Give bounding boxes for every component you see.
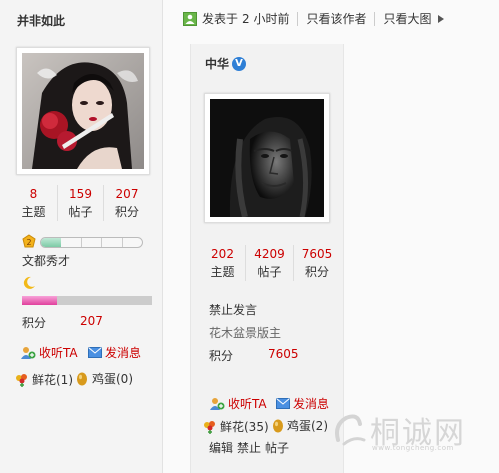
right-username[interactable]: 中华 (205, 55, 229, 72)
stat-value: 4209 (254, 247, 285, 261)
left-points-label: 积分 (22, 316, 47, 330)
stat-value: 159 (69, 187, 92, 201)
left-egg-label: 鸡蛋(0) (92, 372, 133, 386)
level-segment (123, 238, 142, 247)
left-avatar-image (22, 53, 144, 169)
posted-time: 2 小时前 (242, 12, 290, 26)
stat-label: 帖子 (257, 265, 282, 279)
right-user-header: 中华 V (205, 55, 247, 72)
site-watermark: 桐诚网 www.tongcheng.com (330, 408, 466, 452)
level-badge-icon: 2 (22, 234, 36, 248)
right-follow-button[interactable]: 收听TA (209, 395, 267, 412)
left-user-stats: 8 主题 159 帖子 207 积分 (10, 185, 150, 221)
admin-ban-link[interactable]: 禁止 (237, 439, 261, 456)
user-status: 禁止发言 (209, 303, 258, 317)
level-progress-bar (40, 237, 143, 248)
magic-progress-fill (22, 296, 58, 305)
right-flower-label: 鲜花(35) (220, 420, 269, 434)
admin-edit-link[interactable]: 编辑 (209, 439, 233, 456)
stat-value: 7605 (301, 247, 333, 261)
level-title: 文都秀才 (22, 254, 71, 268)
right-avatar-image (210, 99, 324, 217)
stat-value: 202 (211, 247, 234, 261)
stat-topics[interactable]: 8 主题 (10, 185, 58, 221)
stat-label: 主题 (210, 265, 235, 279)
level-progress-fill (41, 238, 62, 247)
admin-posts-link[interactable]: 帖子 (265, 439, 289, 456)
stat-points[interactable]: 7605 积分 (294, 245, 340, 281)
left-points-value: 207 (80, 314, 103, 328)
follow-icon (21, 346, 36, 359)
post-header: 发表于 2 小时前 只看该作者 只看大图 (183, 10, 445, 27)
left-follow-button[interactable]: 收听TA (20, 344, 78, 361)
stat-label: 帖子 (68, 205, 93, 219)
stat-posts[interactable]: 159 帖子 (58, 185, 104, 221)
divider (297, 11, 299, 26)
stat-label: 积分 (304, 265, 329, 279)
stat-topics[interactable]: 202 主题 (200, 245, 246, 281)
triangle-right-icon[interactable] (437, 14, 445, 24)
watermark-logo-icon (335, 414, 366, 446)
stat-value: 8 (29, 187, 38, 201)
posted-prefix: 发表于 (202, 12, 239, 26)
right-avatar[interactable] (204, 93, 330, 223)
follow-icon (210, 397, 225, 410)
author-only-link[interactable]: 只看该作者 (306, 10, 366, 27)
large-image-link[interactable]: 只看大图 (383, 10, 431, 27)
left-avatar[interactable] (16, 47, 150, 175)
left-username[interactable]: 并非如此 (17, 12, 65, 29)
flower-icon (204, 420, 215, 434)
right-user-stats: 202 主题 4209 帖子 7605 积分 (200, 245, 340, 281)
left-message-label: 发消息 (105, 346, 142, 360)
egg-icon (273, 419, 283, 433)
svg-text:2: 2 (26, 238, 31, 247)
watermark-url: www.tongcheng.com (372, 444, 454, 452)
right-message-label: 发消息 (293, 397, 330, 411)
right-egg-gift[interactable]: 鸡蛋(2) (272, 417, 328, 434)
egg-icon (77, 372, 87, 386)
left-flower-gift[interactable]: 鲜花(1) (14, 371, 73, 388)
left-egg-gift[interactable]: 鸡蛋(0) (76, 370, 133, 387)
level-segment (61, 238, 82, 247)
stat-label: 积分 (114, 205, 139, 219)
verified-badge-icon: V (232, 56, 247, 71)
magic-progress-bar (22, 296, 152, 305)
right-points-value: 7605 (268, 347, 299, 361)
divider (374, 11, 376, 26)
left-message-button[interactable]: 发消息 (88, 344, 141, 361)
right-flower-gift[interactable]: 鲜花(35) (202, 418, 269, 435)
level-segment (82, 238, 103, 247)
online-user-icon (183, 11, 197, 26)
right-points-label: 积分 (209, 349, 234, 363)
stat-points[interactable]: 207 积分 (104, 185, 150, 221)
right-follow-label: 收听TA (228, 397, 267, 411)
left-flower-label: 鲜花(1) (32, 373, 73, 387)
envelope-icon (88, 347, 102, 358)
user-role: 花木盆景版主 (209, 326, 282, 340)
left-follow-label: 收听TA (39, 346, 78, 360)
flower-icon (16, 373, 27, 387)
level-segment (102, 238, 123, 247)
stat-label: 主题 (21, 205, 46, 219)
right-egg-label: 鸡蛋(2) (287, 419, 328, 433)
moon-icon (23, 276, 35, 289)
admin-actions: 编辑 禁止 帖子 (209, 439, 289, 456)
stat-posts[interactable]: 4209 帖子 (246, 245, 294, 281)
right-message-button[interactable]: 发消息 (276, 395, 329, 412)
stat-value: 207 (115, 187, 139, 201)
envelope-icon (276, 398, 290, 409)
